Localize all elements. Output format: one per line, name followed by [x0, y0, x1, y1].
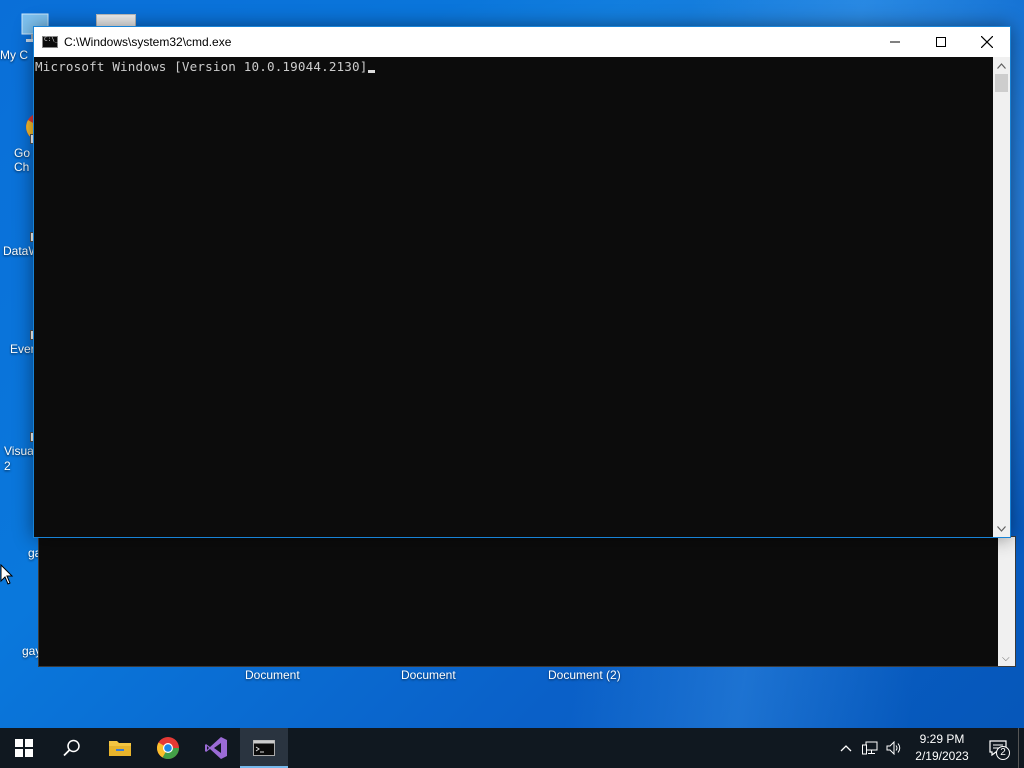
- close-button[interactable]: [964, 27, 1010, 57]
- taskbar-cmd[interactable]: [240, 728, 288, 768]
- scrollbar-thumb[interactable]: [995, 74, 1008, 92]
- action-center-button[interactable]: 2: [978, 728, 1018, 768]
- minimize-button[interactable]: [872, 27, 918, 57]
- console-output-area[interactable]: Microsoft Windows [Version 10.0.19044.21…: [34, 57, 994, 537]
- chrome-icon: [157, 737, 179, 759]
- volume-button[interactable]: [882, 728, 906, 768]
- chevron-up-icon: [997, 62, 1006, 69]
- close-icon: [981, 36, 993, 48]
- clock-time: 9:29 PM: [919, 732, 965, 746]
- search-button[interactable]: [48, 728, 96, 768]
- window-titlebar[interactable]: C:\Windows\system32\cmd.exe: [34, 27, 1010, 57]
- desktop-icon-label-document-1[interactable]: Document: [245, 668, 300, 682]
- cmd-icon: [253, 740, 275, 756]
- mouse-cursor-icon: [0, 564, 14, 585]
- show-desktop-button[interactable]: [1018, 728, 1024, 768]
- clock-date: 2/19/2023: [915, 749, 969, 763]
- visual-studio-icon: [205, 737, 227, 759]
- taskbar-file-explorer[interactable]: [96, 728, 144, 768]
- cmd-window[interactable]: C:\Windows\system32\cmd.exe Microsoft Wi…: [33, 26, 1011, 538]
- search-icon: [63, 739, 80, 757]
- console-line: Microsoft Windows [Version 10.0.19044.21…: [35, 59, 376, 74]
- show-hidden-icons-button[interactable]: [834, 728, 858, 768]
- desktop-icon-label-document-2[interactable]: Document: [401, 668, 456, 682]
- taskbar: 9:29 PM 2/19/2023 2: [0, 728, 1024, 768]
- scroll-up-button[interactable]: [993, 57, 1010, 74]
- network-button[interactable]: [858, 728, 882, 768]
- notification-count-badge: 2: [996, 746, 1010, 760]
- taskbar-clock[interactable]: 9:29 PM 2/19/2023: [906, 731, 978, 765]
- maximize-button[interactable]: [918, 27, 964, 57]
- desktop-icon-label-document-3[interactable]: Document (2): [548, 668, 621, 682]
- system-tray: 9:29 PM 2/19/2023 2: [834, 728, 1024, 768]
- chevron-up-icon: [840, 745, 852, 752]
- vertical-scrollbar[interactable]: [993, 57, 1010, 537]
- speaker-icon: [886, 741, 901, 755]
- network-icon: [862, 741, 878, 755]
- minimize-icon: [890, 41, 900, 43]
- background-console-window[interactable]: ⌵: [38, 536, 1016, 667]
- file-explorer-icon: [109, 741, 131, 756]
- windows-logo-icon: [15, 739, 33, 757]
- console-text: Microsoft Windows [Version 10.0.19044.21…: [35, 59, 368, 74]
- text-cursor: [368, 70, 376, 73]
- taskbar-visual-studio[interactable]: [192, 728, 240, 768]
- maximize-icon: [936, 37, 946, 47]
- background-console-scrollbar[interactable]: ⌵: [998, 537, 1015, 666]
- start-button[interactable]: [0, 728, 48, 768]
- scroll-down-button[interactable]: [993, 520, 1010, 537]
- cmd-icon: [42, 36, 58, 48]
- taskbar-chrome[interactable]: [144, 728, 192, 768]
- chevron-down-icon: [997, 525, 1006, 532]
- chevron-down-icon[interactable]: ⌵: [1002, 653, 1010, 664]
- window-title: C:\Windows\system32\cmd.exe: [64, 35, 232, 49]
